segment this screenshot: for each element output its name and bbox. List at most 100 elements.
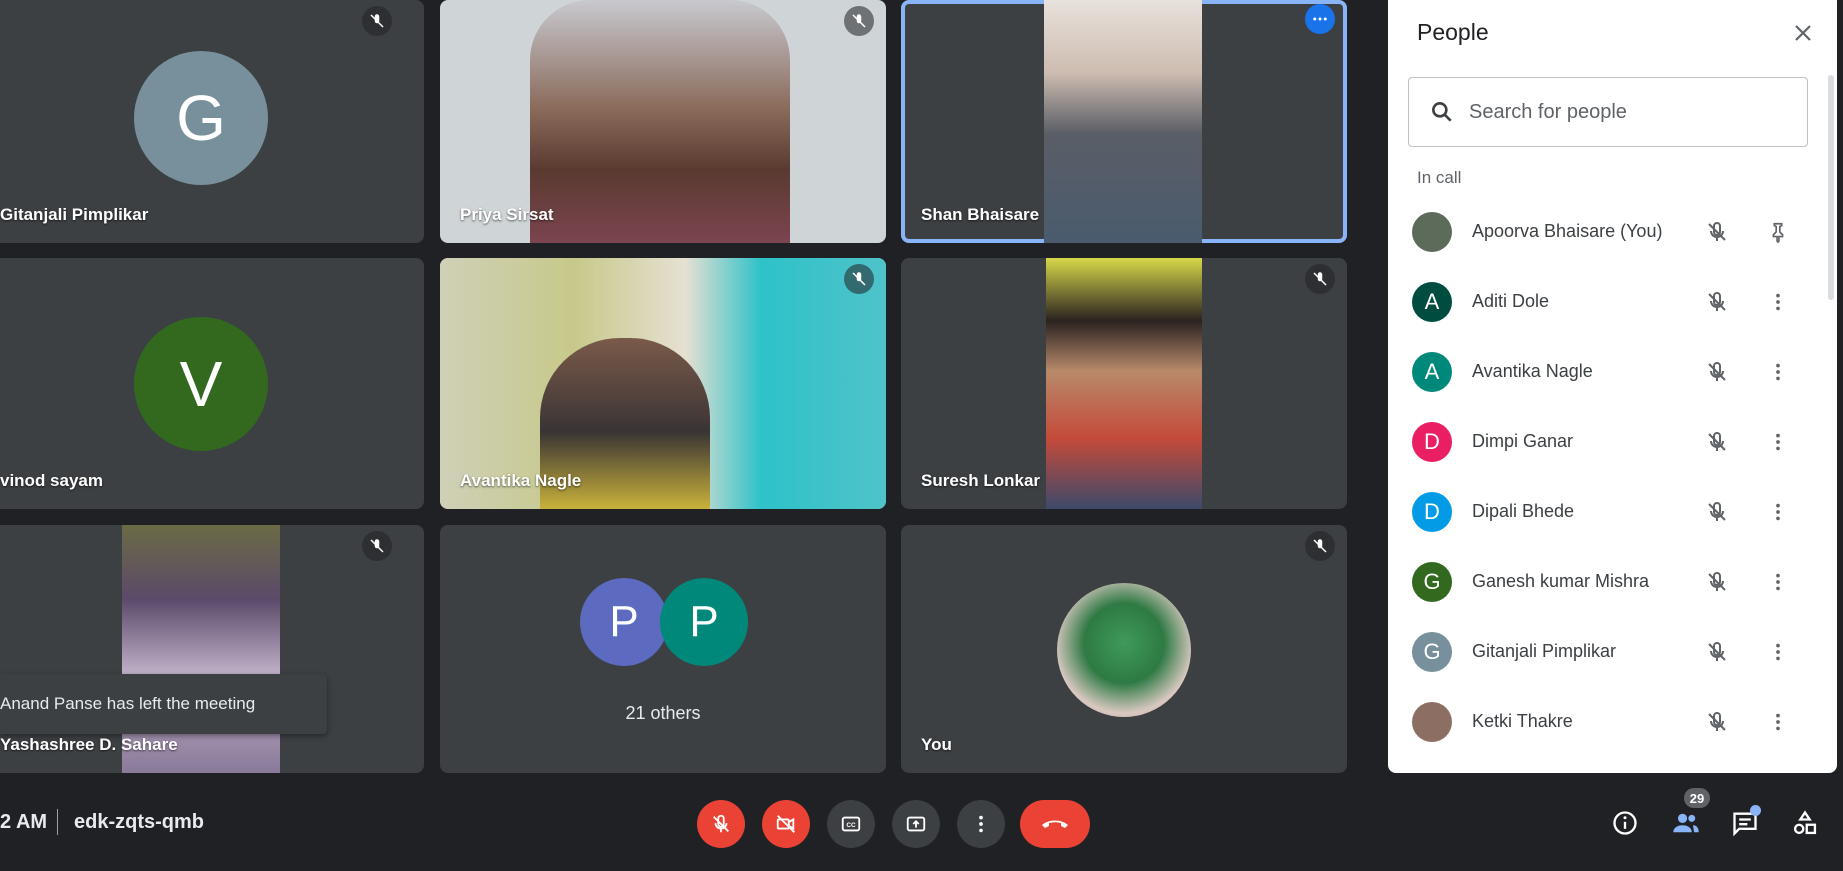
more-vert-icon	[979, 815, 983, 833]
more-options-icon[interactable]	[1763, 567, 1793, 597]
mic-off-icon[interactable]	[1702, 427, 1732, 457]
section-heading: In call	[1417, 168, 1462, 187]
others-count: 21 others	[625, 703, 701, 723]
people-button[interactable]	[1666, 803, 1706, 843]
others-tile[interactable]: P P 21 others	[440, 525, 886, 773]
present-icon	[906, 816, 926, 832]
avatar	[1412, 702, 1452, 742]
clock: 2 AM	[0, 811, 48, 833]
leave-call-button[interactable]	[1020, 800, 1090, 848]
camera-toggle-button[interactable]	[762, 800, 810, 848]
avatar: G	[1412, 632, 1452, 672]
participant-name: Priya Sirsat	[460, 205, 554, 224]
new-message-dot	[1750, 805, 1761, 816]
participant-row[interactable]: G Ganesh kumar Mishra	[1388, 547, 1837, 617]
video-feed	[530, 0, 790, 243]
participant-name: Dimpi Ganar	[1472, 431, 1574, 451]
participant-name: Ganesh kumar Mishra	[1472, 571, 1650, 591]
camera-off-icon	[776, 815, 795, 833]
mic-off-icon[interactable]	[1702, 637, 1732, 667]
mic-off-icon	[1305, 264, 1335, 294]
avatar: A	[1412, 352, 1452, 392]
more-options-icon[interactable]	[1763, 497, 1793, 527]
participant-tile[interactable]: Suresh Lonkar	[901, 258, 1347, 509]
more-options-icon[interactable]	[1763, 637, 1793, 667]
avatar: D	[1412, 422, 1452, 462]
more-options-icon[interactable]	[1763, 427, 1793, 457]
search-box[interactable]	[1408, 77, 1808, 147]
participant-tile[interactable]: Priya Sirsat	[440, 0, 886, 243]
participant-name: Avantika Nagle	[1472, 361, 1593, 381]
more-options-icon[interactable]	[1763, 287, 1793, 317]
captions-button[interactable]: CC	[827, 800, 875, 848]
more-options-icon[interactable]	[1763, 707, 1793, 737]
search-input[interactable]	[1467, 96, 1791, 128]
mic-off-icon[interactable]	[1702, 707, 1732, 737]
participant-name: Shan Bhaisare	[921, 205, 1040, 224]
notification-toast: Anand Panse has left the meeting	[0, 674, 327, 734]
participant-name: You	[921, 735, 952, 754]
avatar: G	[134, 51, 268, 185]
panel-title: People	[1417, 19, 1489, 45]
avatar: D	[1412, 492, 1452, 532]
mic-off-icon	[1305, 531, 1335, 561]
divider	[57, 809, 58, 835]
more-options-icon[interactable]	[1763, 357, 1793, 387]
mic-toggle-button[interactable]	[697, 800, 745, 848]
participant-name: vinod sayam	[0, 471, 103, 490]
participant-tile[interactable]: You	[901, 525, 1347, 773]
svg-text:CC: CC	[846, 822, 856, 829]
participant-name: Yashashree D. Sahare	[0, 735, 178, 754]
mic-off-icon[interactable]	[1702, 357, 1732, 387]
participant-row[interactable]: A Aditi Dole	[1388, 267, 1837, 337]
participant-row[interactable]: D Dipali Bhede	[1388, 477, 1837, 547]
present-screen-button[interactable]	[892, 800, 940, 848]
more-options-icon[interactable]	[1305, 4, 1335, 34]
participant-name: Apoorva Bhaisare (You)	[1472, 221, 1663, 241]
meeting-code: edk-zqts-qmb	[74, 811, 204, 833]
scrollbar[interactable]	[1828, 75, 1834, 300]
participant-tile[interactable]: V vinod sayam	[0, 258, 424, 509]
participant-name: Avantika Nagle	[460, 471, 582, 490]
more-options-button[interactable]	[957, 800, 1005, 848]
participant-name: Suresh Lonkar	[921, 471, 1041, 490]
mic-off-icon	[844, 6, 874, 36]
search-icon	[1432, 102, 1452, 122]
people-panel: People In call Apoorva Bhaisare (You) A Ad…	[1388, 0, 1837, 773]
avatar: V	[134, 317, 268, 451]
mic-off-icon	[844, 264, 874, 294]
meeting-details-button[interactable]	[1605, 803, 1645, 843]
participant-name: Gitanjali Pimplikar	[0, 205, 149, 224]
participant-row[interactable]: Apoorva Bhaisare (You)	[1388, 197, 1837, 267]
video-feed	[1046, 258, 1202, 509]
participant-name: Ketki Thakre	[1472, 711, 1573, 731]
participant-name: Aditi Dole	[1472, 291, 1550, 311]
close-panel-button[interactable]	[1788, 18, 1818, 48]
captions-icon: CC	[841, 816, 861, 832]
participant-tile[interactable]: Avantika Nagle	[440, 258, 886, 509]
mic-off-icon[interactable]	[1702, 287, 1732, 317]
participant-tile[interactable]: Shan Bhaisare	[901, 0, 1347, 243]
participant-row[interactable]: G Gitanjali Pimplikar	[1388, 617, 1837, 687]
people-icon	[1673, 813, 1699, 833]
mic-off-icon	[362, 6, 392, 36]
pin-icon[interactable]	[1763, 217, 1793, 247]
mic-off-icon[interactable]	[1702, 567, 1732, 597]
participant-name: Dipali Bhede	[1472, 501, 1575, 521]
mic-off-icon	[362, 531, 392, 561]
activities-button[interactable]	[1785, 803, 1825, 843]
participant-tile[interactable]: G Gitanjali Pimplikar	[0, 0, 424, 243]
avatar	[1057, 583, 1191, 717]
mic-off-icon	[713, 814, 729, 833]
participant-row[interactable]: Ketki Thakre	[1388, 687, 1837, 757]
avatar: G	[1412, 562, 1452, 602]
participant-row[interactable]: D Dimpi Ganar	[1388, 407, 1837, 477]
hang-up-icon	[1042, 820, 1068, 828]
info-icon	[1613, 811, 1637, 835]
mic-off-icon[interactable]	[1702, 497, 1732, 527]
mic-off-icon[interactable]	[1702, 217, 1732, 247]
avatar: A	[1412, 282, 1452, 322]
activities-icon	[1793, 810, 1817, 835]
participant-tile[interactable]: Yashashree D. Sahare	[0, 525, 424, 773]
participant-row[interactable]: A Avantika Nagle	[1388, 337, 1837, 407]
